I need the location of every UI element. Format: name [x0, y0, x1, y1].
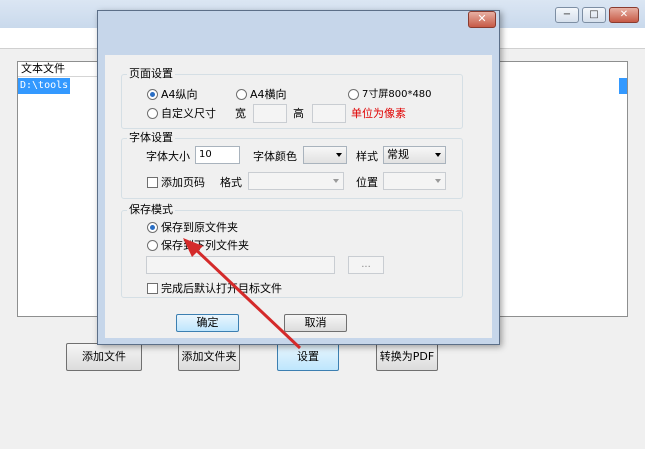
annotation-arrow-icon	[183, 238, 302, 350]
